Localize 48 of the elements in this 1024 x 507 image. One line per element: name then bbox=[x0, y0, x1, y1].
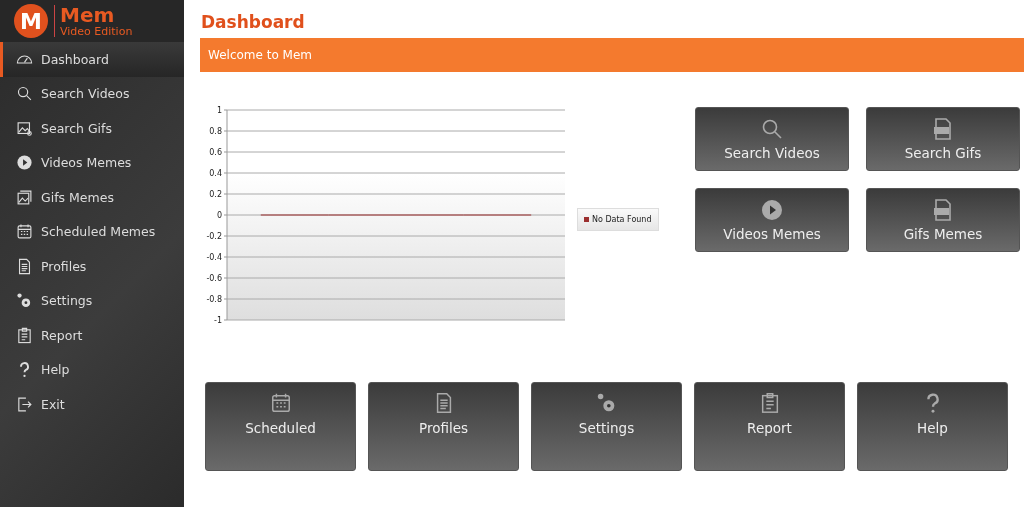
sidebar-item[interactable]: Scheduled Memes bbox=[0, 214, 184, 249]
sidebar-item[interactable]: Settings bbox=[0, 283, 184, 318]
shortcut-tile[interactable]: Settings bbox=[531, 382, 682, 471]
y-tick-label: -1 bbox=[214, 316, 222, 325]
search-icon bbox=[16, 85, 33, 103]
search-icon bbox=[760, 117, 784, 141]
y-tick-label: -0.4 bbox=[206, 253, 222, 262]
y-tick-label: -0.8 bbox=[206, 295, 222, 304]
shortcut-tile[interactable]: Gifs Memes bbox=[866, 188, 1020, 252]
shortcut-tile[interactable]: Scheduled bbox=[205, 382, 356, 471]
y-tick-label: 0.6 bbox=[209, 148, 222, 157]
app-name: Mem bbox=[60, 5, 116, 25]
shortcut-tile[interactable]: Profiles bbox=[368, 382, 519, 471]
shortcut-tile[interactable]: Search Videos bbox=[695, 107, 849, 171]
shortcut-tile[interactable]: Videos Memes bbox=[695, 188, 849, 252]
legend-label: No Data Found bbox=[592, 215, 652, 224]
clipboard-icon bbox=[16, 326, 33, 344]
images-icon bbox=[16, 188, 33, 206]
shortcut-tile[interactable]: Search Gifs bbox=[866, 107, 1020, 171]
play-icon bbox=[760, 198, 784, 222]
sidebar-item[interactable]: Videos Memes bbox=[0, 145, 184, 180]
sidebar-item[interactable]: Profiles bbox=[0, 249, 184, 284]
y-tick-label: 0 bbox=[216, 211, 222, 220]
play-icon bbox=[16, 154, 33, 172]
logo-mark: M bbox=[14, 4, 48, 38]
y-tick-label: 0.8 bbox=[209, 127, 222, 136]
exit-icon bbox=[16, 395, 33, 413]
calendar-icon bbox=[269, 392, 292, 414]
sidebar-item[interactable]: Search Gifs bbox=[0, 111, 184, 146]
app-edition: Video Edition bbox=[60, 26, 133, 37]
y-tick-label: 0.2 bbox=[209, 190, 222, 199]
calendar-icon bbox=[16, 223, 33, 241]
y-tick-label: 0.4 bbox=[209, 169, 222, 178]
sidebar-item[interactable]: Gifs Memes bbox=[0, 180, 184, 215]
y-tick-label: -0.6 bbox=[206, 274, 222, 283]
y-tick-label: -0.2 bbox=[206, 232, 222, 241]
sidebar-item[interactable]: Search Videos bbox=[0, 76, 184, 111]
sidebar-item[interactable]: Dashboard bbox=[0, 42, 184, 77]
shortcut-tile[interactable]: Report bbox=[694, 382, 845, 471]
sidebar-item[interactable]: Exit bbox=[0, 387, 184, 422]
shortcut-tile[interactable]: Help bbox=[857, 382, 1008, 471]
page-title: Dashboard bbox=[201, 12, 305, 32]
sidebar-item[interactable]: Help bbox=[0, 352, 184, 387]
document-icon bbox=[16, 257, 33, 275]
image-icon bbox=[16, 119, 33, 137]
y-tick-label: 1 bbox=[216, 106, 222, 115]
sidebar-item[interactable]: Report bbox=[0, 318, 184, 353]
welcome-banner: Welcome to Mem bbox=[200, 38, 1024, 72]
